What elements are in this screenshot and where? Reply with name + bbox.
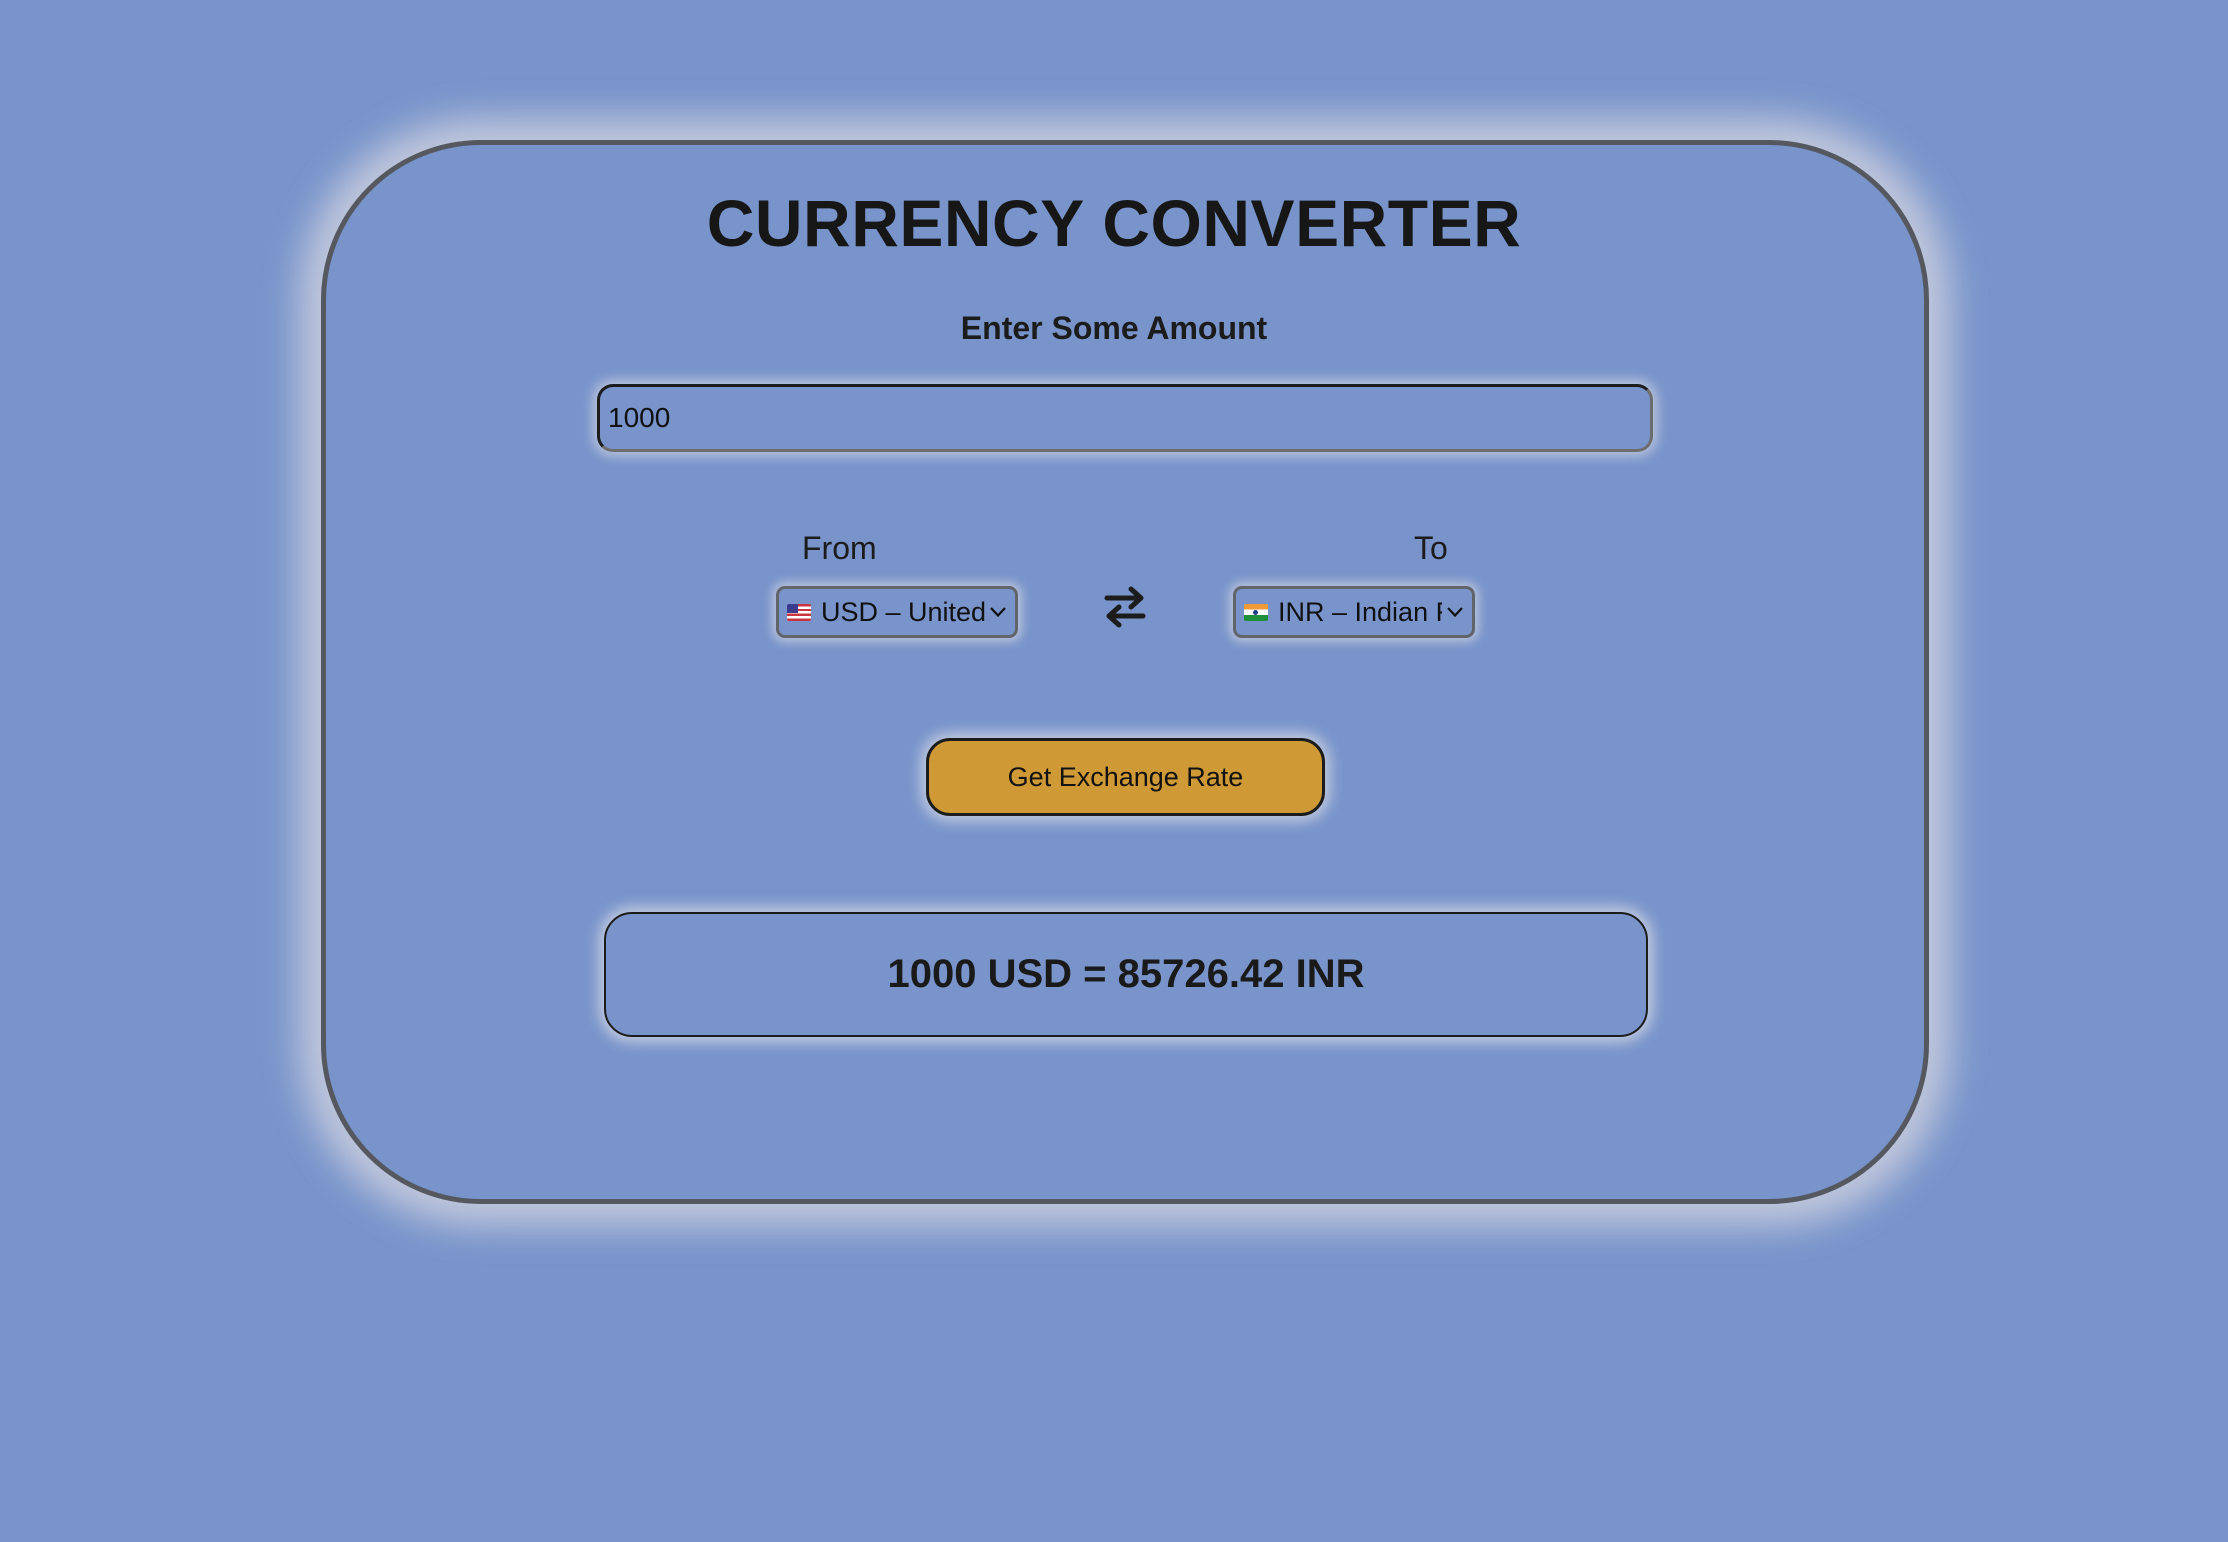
result-text: 1000 USD = 85726.42 INR: [887, 952, 1365, 996]
swap-arrows-icon[interactable]: [1104, 585, 1146, 629]
result-box: 1000 USD = 85726.42 INR: [604, 912, 1648, 1037]
chevron-down-icon: [1442, 599, 1468, 625]
converter-card: [321, 140, 1929, 1204]
to-currency-select[interactable]: INR – Indian F: [1233, 586, 1475, 638]
from-currency-select[interactable]: USD – United: [776, 586, 1018, 638]
india-flag-icon: [1244, 603, 1268, 621]
us-flag-icon: [787, 603, 811, 621]
get-exchange-rate-button[interactable]: Get Exchange Rate: [926, 738, 1325, 816]
amount-input[interactable]: [597, 384, 1653, 452]
chevron-down-icon: [985, 599, 1011, 625]
amount-label: Enter Some Amount: [960, 310, 1268, 346]
from-label: From: [802, 530, 877, 566]
to-label: To: [1414, 530, 1448, 566]
from-currency-value: USD – United: [821, 596, 985, 627]
to-currency-value: INR – Indian F: [1278, 596, 1442, 627]
page-title: CURRENCY CONVERTER: [706, 186, 1522, 260]
